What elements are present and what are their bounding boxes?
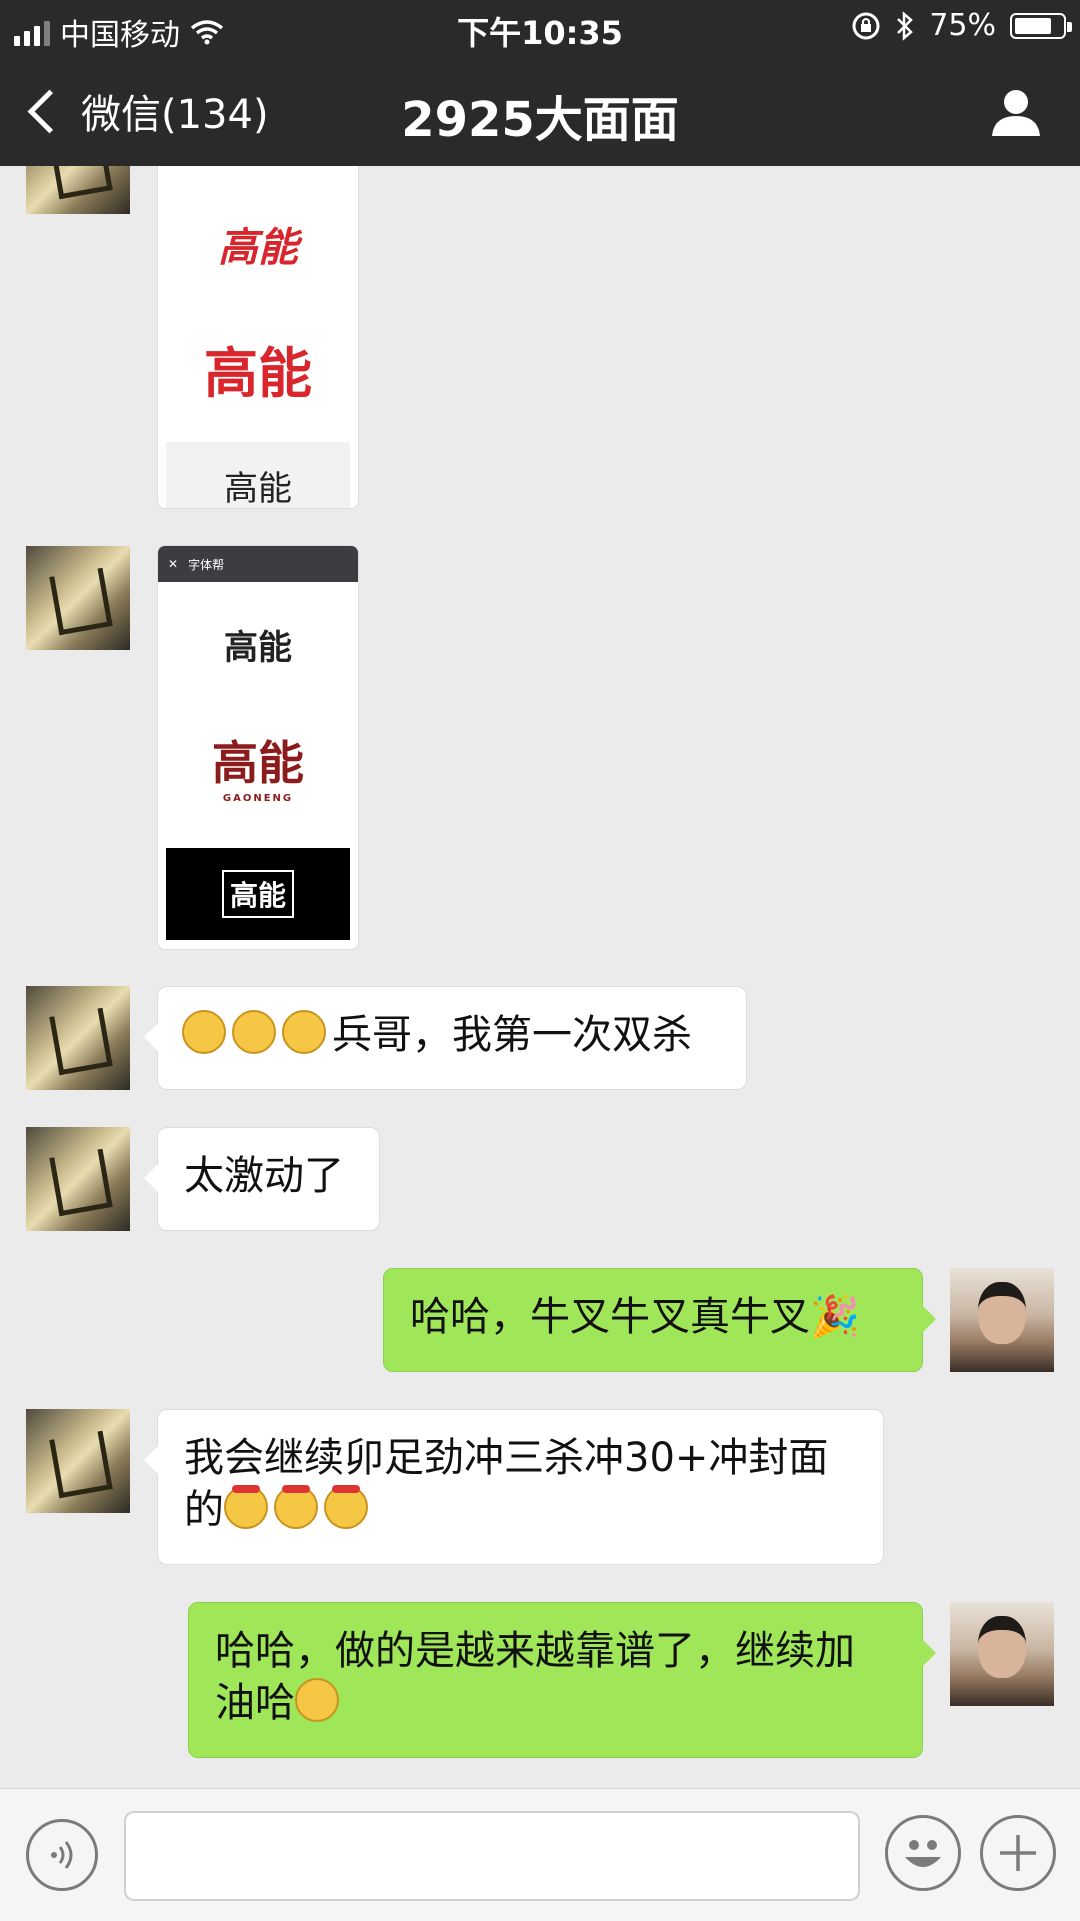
message-bubble[interactable]: 哈哈，做的是越来越靠谱了，继续加 油哈 [188,1602,936,1758]
message-text: 兵哥，我第一次双杀 [332,1012,692,1058]
message-bubble[interactable]: 我会继续卯足劲冲三杀冲30+冲封面 的 [144,1409,884,1565]
image-header-title: 字体帮 [188,557,225,572]
my-avatar[interactable] [950,1602,1054,1706]
grin-emoji [282,1010,326,1054]
chat-area[interactable]: 高能 高能 高能 ≡□‹ ✕字体帮 高能 高能 GAONENG 高能 ≡□‹ 兵… [0,166,1080,1788]
voice-icon [51,1841,73,1869]
party-popper-emoji: 🎉 [810,1294,860,1340]
image-logo-text: 高能 [221,870,294,918]
message-bubble[interactable]: 太激动了 [144,1127,380,1231]
image-message[interactable]: 高能 高能 高能 ≡□‹ [157,166,359,509]
image-logo-subtext: GAONENG [222,793,294,804]
message-text-line: 哈哈，做的是越来越靠谱了，继续加 [215,1628,855,1674]
image-header: ✕ 字体帮 [158,546,358,582]
friend-avatar[interactable] [26,1127,130,1231]
more-button[interactable] [980,1815,1056,1891]
lock-rotation-icon [852,12,880,39]
smiley-icon [905,1840,941,1867]
friend-avatar[interactable] [26,166,130,214]
message-bubble[interactable]: 兵哥，我第一次双杀 [144,986,747,1090]
voice-button[interactable] [26,1819,98,1891]
input-bar [0,1788,1080,1921]
image-logo-text: 高能 [224,468,292,509]
grin-emoji [232,1010,276,1054]
message-bubble[interactable]: 哈哈，牛叉牛叉真牛叉🎉 [383,1268,936,1372]
thinking-emoji [295,1678,339,1722]
image-logo-text: 高能 [224,628,292,668]
friend-avatar[interactable] [26,546,130,650]
status-right: 75% [851,8,1072,43]
message-input[interactable] [124,1811,860,1901]
chat-title: 2925大面面 [401,92,679,148]
message-text: 太激动了 [184,1153,344,1199]
image-nav-bar: ≡□‹ [158,940,358,949]
battery-icon [1010,12,1072,39]
image-logo-text: 高能 [204,342,312,405]
image-panel: 高能 [166,442,350,509]
determined-emoji [274,1485,318,1529]
emoji-button[interactable] [885,1815,961,1891]
image-message[interactable]: ✕字体帮 高能 高能 GAONENG 高能 ≡□‹ [157,545,359,950]
grin-emoji [182,1010,226,1054]
image-logo-text: 高能 [218,225,298,271]
message-text: 哈哈，牛叉牛叉真牛叉 [410,1294,810,1340]
message-text-line: 我会继续卯足劲冲三杀冲30+冲封面 [184,1435,829,1481]
friend-avatar[interactable] [26,986,130,1090]
image-panel: 高能 [166,848,350,940]
determined-emoji [324,1485,368,1529]
user-icon[interactable] [990,86,1042,138]
message-text-line: 油哈 [215,1680,295,1726]
plus-icon [1000,1835,1036,1871]
determined-emoji [224,1485,268,1529]
my-avatar[interactable] [950,1268,1054,1372]
nav-bar: 微信(134) 2925大面面 [0,52,1080,166]
status-bar: 中国移动 下午10:35 75% [0,0,1080,53]
message-text-line: 的 [184,1487,224,1533]
battery-percent: 75% [929,8,996,43]
image-logo-text: 高能 [212,736,304,790]
bluetooth-icon [897,10,914,41]
friend-avatar[interactable] [26,1409,130,1513]
